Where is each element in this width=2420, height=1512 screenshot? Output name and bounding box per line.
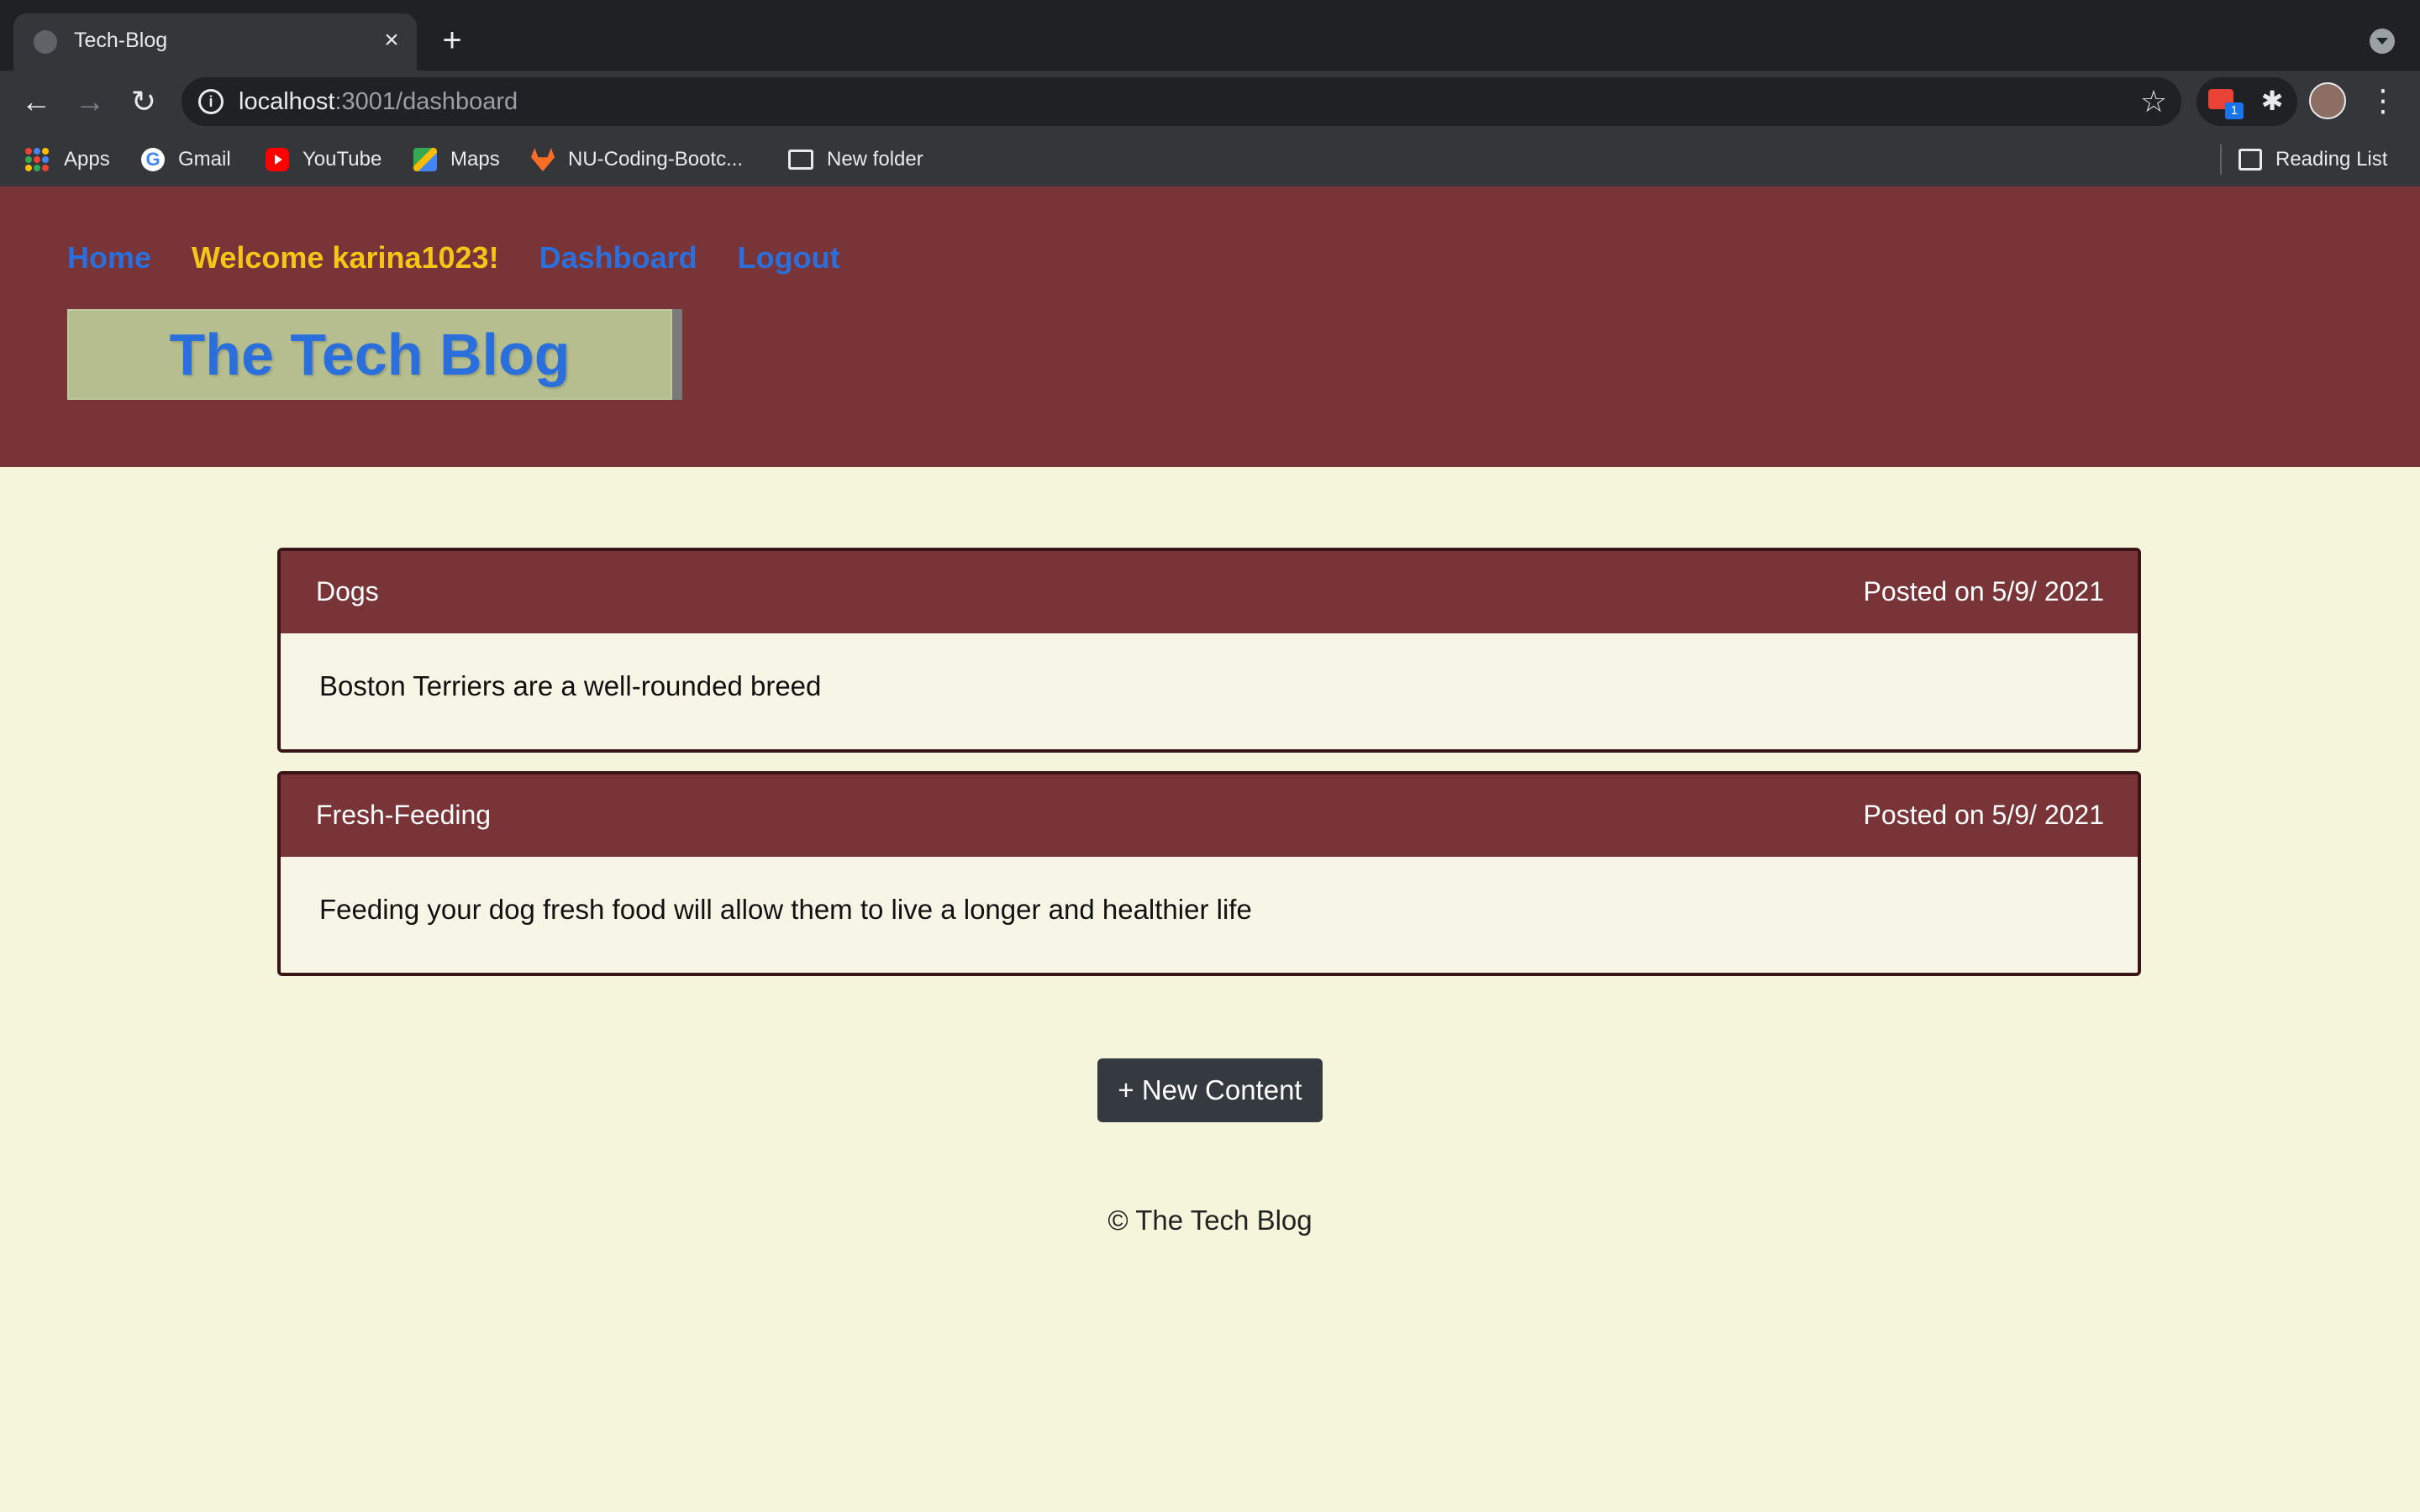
bookmark-gmail[interactable]: G Gmail bbox=[141, 143, 231, 176]
site-title: The Tech Blog bbox=[169, 322, 571, 387]
url-host: localhost bbox=[239, 88, 335, 115]
bookmark-maps[interactable]: Maps bbox=[413, 143, 500, 176]
google-icon: G bbox=[141, 148, 165, 171]
post-body: Boston Terriers are a well-rounded breed bbox=[281, 633, 2138, 749]
url-path: :3001/dashboard bbox=[334, 88, 518, 115]
new-content-button[interactable]: + New Content bbox=[1097, 1058, 1323, 1122]
new-tab-icon[interactable]: + bbox=[435, 24, 469, 57]
reading-list-label: Reading List bbox=[2275, 148, 2388, 171]
bookmark-youtube[interactable]: YouTube bbox=[266, 143, 381, 176]
site-nav: Home Welcome karina1023! Dashboard Logou… bbox=[67, 240, 840, 276]
welcome-message: Welcome karina1023! bbox=[192, 240, 499, 275]
profile-avatar[interactable] bbox=[2309, 82, 2346, 119]
reload-icon[interactable]: ↻ bbox=[124, 82, 163, 121]
bookmark-label: Apps bbox=[64, 148, 110, 171]
post-header: Fresh-Feeding Posted on 5/9/ 2021 bbox=[281, 774, 2138, 857]
tab-search-icon[interactable] bbox=[2370, 29, 2395, 54]
extensions-area: 1 ✱ bbox=[2196, 77, 2297, 126]
bookmark-new-folder[interactable]: New folder bbox=[788, 143, 923, 176]
folder-icon bbox=[788, 150, 813, 170]
bookmark-apps[interactable]: Apps bbox=[25, 143, 110, 176]
puzzle-icon[interactable]: ✱ bbox=[2257, 86, 2287, 116]
bookmark-label: New folder bbox=[827, 148, 923, 171]
post-title[interactable]: Fresh-Feeding bbox=[316, 800, 491, 831]
bookmarks-bar: Apps G Gmail YouTube Maps NU-Coding-Boot… bbox=[0, 133, 2420, 187]
page-footer: © The Tech Blog bbox=[1107, 1205, 1313, 1236]
youtube-icon bbox=[266, 148, 289, 171]
apps-grid-icon bbox=[25, 148, 49, 171]
site-logo: The Tech Blog bbox=[67, 309, 672, 400]
bookmarks-divider bbox=[2220, 144, 2222, 175]
gitlab-icon bbox=[531, 148, 555, 171]
post-card[interactable]: Fresh-Feeding Posted on 5/9/ 2021 Feedin… bbox=[277, 771, 2141, 976]
bookmark-label: NU-Coding-Bootc... bbox=[568, 148, 744, 171]
bookmark-star-icon[interactable]: ☆ bbox=[2136, 84, 2171, 119]
nav-home-link[interactable]: Home bbox=[67, 240, 151, 276]
back-arrow-icon[interactable]: ← bbox=[17, 82, 55, 121]
bookmark-label: YouTube bbox=[302, 148, 382, 171]
browser-tab[interactable]: Tech-Blog × bbox=[13, 13, 417, 71]
reading-list-button[interactable]: Reading List bbox=[2238, 143, 2387, 176]
post-date: Posted on 5/9/ 2021 bbox=[1863, 800, 2104, 830]
bookmark-nu-coding[interactable]: NU-Coding-Bootc... bbox=[531, 143, 743, 176]
post-body: Feeding your dog fresh food will allow t… bbox=[281, 857, 2138, 973]
kebab-menu-icon[interactable]: ⋮ bbox=[2368, 82, 2398, 119]
site-header: Home Welcome karina1023! Dashboard Logou… bbox=[0, 186, 2420, 467]
post-content: Boston Terriers are a well-rounded breed bbox=[319, 670, 822, 701]
forward-arrow-icon[interactable]: → bbox=[71, 82, 109, 121]
globe-icon bbox=[34, 30, 57, 54]
extension-badge: 1 bbox=[2225, 102, 2244, 119]
maps-icon bbox=[413, 148, 437, 171]
bookmark-label: Gmail bbox=[178, 148, 231, 171]
nav-logout-link[interactable]: Logout bbox=[738, 240, 840, 276]
post-content: Feeding your dog fresh food will allow t… bbox=[319, 894, 1252, 925]
url-text: localhost:3001/dashboard bbox=[239, 88, 518, 116]
site-info-icon[interactable]: i bbox=[198, 89, 224, 114]
nav-dashboard-link[interactable]: Dashboard bbox=[539, 240, 697, 276]
tab-title: Tech-Blog bbox=[74, 29, 168, 52]
post-title[interactable]: Dogs bbox=[316, 576, 379, 607]
reading-list-icon bbox=[2238, 149, 2262, 171]
bookmark-label: Maps bbox=[450, 148, 500, 171]
browser-tab-bar: Tech-Blog × + bbox=[0, 0, 2420, 71]
close-tab-icon[interactable]: × bbox=[376, 25, 407, 55]
post-header: Dogs Posted on 5/9/ 2021 bbox=[281, 551, 2138, 633]
post-card[interactable]: Dogs Posted on 5/9/ 2021 Boston Terriers… bbox=[277, 548, 2141, 753]
browser-toolbar: ← → ↻ i localhost:3001/dashboard ☆ 1 ✱ ⋮ bbox=[0, 71, 2420, 133]
post-date: Posted on 5/9/ 2021 bbox=[1863, 576, 2104, 606]
address-bar[interactable]: i localhost:3001/dashboard ☆ bbox=[182, 77, 2181, 126]
